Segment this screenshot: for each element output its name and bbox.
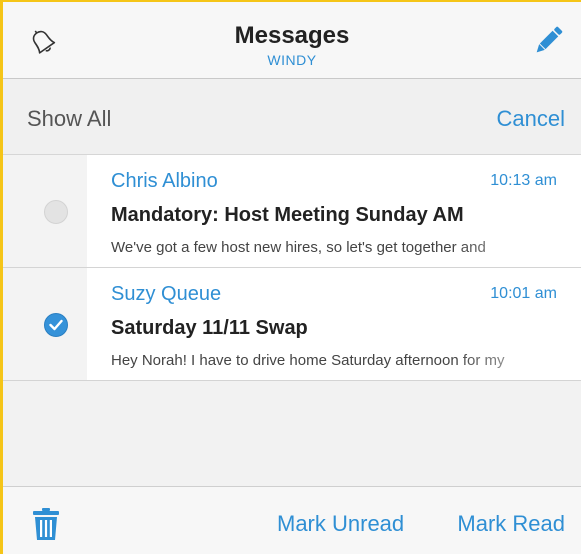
message-subject: Saturday 11/11 Swap [111, 317, 308, 339]
message-row[interactable]: Suzy Queue 10:01 am Saturday 11/11 Swap … [3, 268, 581, 381]
message-time: 10:01 am [490, 285, 557, 302]
selected-checkmark-icon[interactable] [44, 313, 68, 337]
message-row[interactable]: Chris Albino 10:13 am Mandatory: Host Me… [3, 155, 581, 268]
page-title: Messages [234, 22, 350, 49]
message-sender: Chris Albino [111, 170, 218, 192]
message-preview: We've got a few host new hires, so let's… [111, 239, 486, 256]
pencil-icon[interactable] [529, 22, 567, 60]
message-sender: Suzy Queue [111, 283, 222, 305]
location-subtitle: WINDY [267, 52, 317, 68]
message-time: 10:13 am [490, 172, 557, 189]
app-frame: Messages WINDY Show All Cancel Chris Alb… [0, 0, 581, 554]
edit-toolbar: Show All Cancel [3, 79, 581, 155]
trash-icon[interactable] [31, 507, 61, 541]
message-list: Chris Albino 10:13 am Mandatory: Host Me… [3, 155, 581, 381]
message-preview: Hey Norah! I have to drive home Saturday… [111, 352, 505, 369]
mark-unread-button[interactable]: Mark Unread [277, 511, 404, 537]
message-subject: Mandatory: Host Meeting Sunday AM [111, 204, 464, 226]
mark-read-button[interactable]: Mark Read [457, 511, 565, 537]
cancel-button[interactable]: Cancel [497, 106, 565, 132]
nav-header: Messages WINDY [3, 2, 581, 79]
show-all-button[interactable]: Show All [27, 106, 111, 132]
bottom-action-bar: Mark Unread Mark Read [3, 486, 581, 554]
unselected-radio-icon[interactable] [44, 200, 68, 224]
